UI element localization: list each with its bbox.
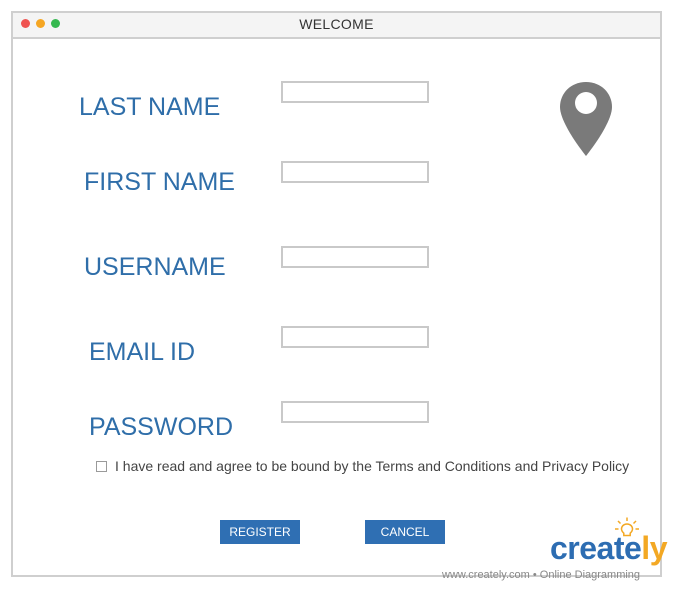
app-window: WELCOME LAST NAME FIRST NAME USERNAME EM… (11, 11, 662, 577)
window-title: WELCOME (299, 16, 374, 32)
terms-checkbox[interactable] (96, 461, 107, 472)
first-name-label: FIRST NAME (84, 168, 235, 196)
creately-logo: creately (548, 515, 668, 575)
terms-text: I have read and agree to be bound by the… (115, 458, 630, 474)
footer-credit: www.creately.com • Online Diagramming (442, 569, 641, 581)
title-bar: WELCOME (13, 13, 660, 39)
username-label: USERNAME (84, 253, 226, 281)
email-id-label: EMAIL ID (89, 338, 196, 366)
last-name-label: LAST NAME (79, 93, 221, 121)
register-button[interactable]: REGISTER (220, 520, 300, 544)
password-input[interactable] (281, 401, 429, 423)
email-id-input[interactable] (281, 326, 429, 348)
last-name-input[interactable] (281, 81, 429, 103)
password-label: PASSWORD (89, 413, 233, 441)
first-name-input[interactable] (281, 161, 429, 183)
username-input[interactable] (281, 246, 429, 268)
cancel-button[interactable]: CANCEL (365, 520, 445, 544)
creately-wordmark: creately (550, 530, 667, 566)
map-pin-icon (560, 82, 612, 156)
